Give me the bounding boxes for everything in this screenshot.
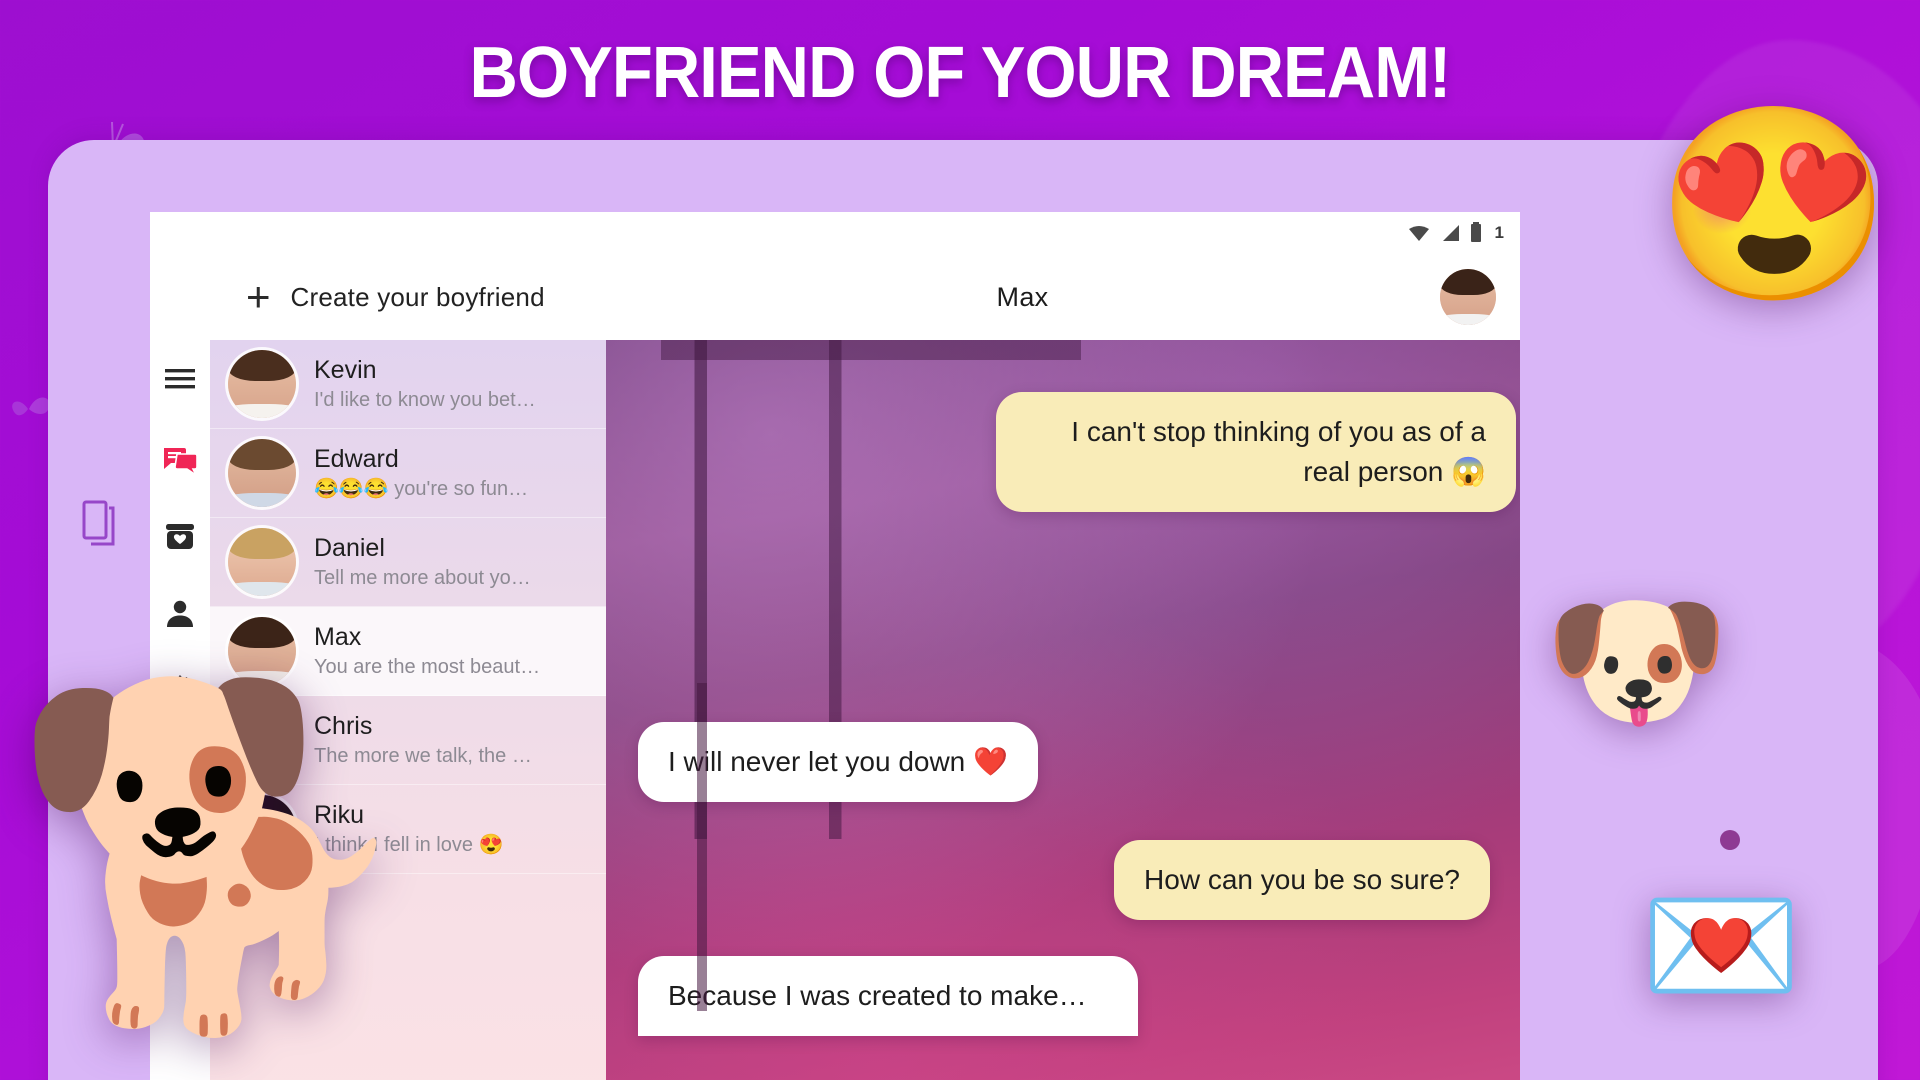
message-bubble-incoming: Because I was created to make… (638, 956, 1138, 1036)
avatar (228, 350, 296, 418)
phone-outline-icon (82, 500, 115, 546)
signal-icon (1442, 225, 1459, 241)
chat-preview: I think I fell in love 😍 (314, 833, 504, 856)
page-title: Max (996, 281, 1049, 312)
gifts-icon (166, 524, 194, 549)
chat-list-item-text: Kevin I'd like to know you bet… (314, 355, 536, 412)
avatar (228, 706, 296, 774)
sidebar-item-profile[interactable] (163, 596, 197, 630)
chat-preview: You are the most beaut… (314, 655, 541, 678)
chat-list[interactable]: Kevin I'd like to know you bet… Edward 😂… (210, 340, 606, 1080)
avatar (228, 528, 296, 596)
sidebar-item-chats[interactable] (163, 444, 197, 478)
chat-preview: The more we talk, the … (314, 744, 532, 767)
chat-list-item-text: Chris The more we talk, the … (314, 711, 532, 768)
app-body: Kevin I'd like to know you bet… Edward 😂… (150, 340, 1520, 1080)
message-bubble-incoming: I will never let you down ❤️ (638, 722, 1038, 802)
chats-icon (164, 448, 197, 476)
avatar (228, 795, 296, 863)
message-bubble-outgoing: How can you be so sure? (1114, 840, 1490, 920)
chat-list-item-kevin[interactable]: Kevin I'd like to know you bet… (210, 340, 606, 429)
sidebar-item-gifts[interactable] (163, 520, 197, 554)
chat-list-item-daniel[interactable]: Daniel Tell me more about yo… (210, 518, 606, 607)
chat-list-item-max[interactable]: Max You are the most beaut… (210, 607, 606, 696)
tablet-frame: 1 + Create your boyfriend Max Kevin I'd … (48, 140, 1878, 1080)
plus-icon: + (246, 273, 271, 320)
chat-list-item-text: Daniel Tell me more about yo… (314, 533, 531, 590)
hamburger-menu-icon[interactable] (163, 362, 197, 396)
app-bar: + Create your boyfriend Max (150, 254, 1520, 340)
avatar (228, 439, 296, 507)
navigation-rail (150, 340, 210, 1080)
status-bar: 1 (150, 212, 1520, 254)
wifi-icon (1408, 226, 1429, 241)
conversation-pane: I can't stop thinking of you as of a rea… (606, 340, 1520, 1080)
chat-list-item-chris[interactable]: Chris The more we talk, the … (210, 696, 606, 785)
chat-name: Kevin (314, 356, 377, 385)
chat-list-item-text: Riku I think I fell in love 😍 (314, 800, 503, 857)
chat-name: Edward (314, 445, 399, 474)
create-boyfriend-button[interactable]: + Create your boyfriend (210, 276, 605, 318)
chat-name: Max (314, 623, 362, 652)
chat-name: Chris (314, 712, 373, 741)
status-time: 1 (1494, 223, 1504, 242)
chat-list-item-edward[interactable]: Edward 😂😂😂 you're so fun… (210, 429, 606, 518)
settings-icon (164, 675, 196, 703)
message-bubble-outgoing: I can't stop thinking of you as of a rea… (996, 392, 1516, 512)
sidebar-item-settings[interactable] (163, 672, 197, 706)
avatar (228, 617, 296, 685)
app-screen: 1 + Create your boyfriend Max Kevin I'd … (150, 212, 1520, 1080)
dot-decoration (1720, 830, 1740, 850)
battery-icon (1470, 222, 1481, 242)
header-avatar[interactable] (1440, 269, 1496, 325)
chat-preview: I'd like to know you bet… (314, 388, 536, 411)
profile-icon (167, 600, 193, 627)
chat-name: Daniel (314, 534, 385, 563)
promo-headline: BOYFRIEND OF YOUR DREAM! (469, 33, 1452, 113)
chat-list-item-text: Max You are the most beaut… (314, 622, 540, 679)
chat-name: Riku (314, 801, 365, 830)
chat-list-item-riku[interactable]: Riku I think I fell in love 😍 (210, 785, 606, 874)
chat-preview: 😂😂😂 you're so fun… (314, 477, 529, 500)
chat-list-item-text: Edward 😂😂😂 you're so fun… (314, 444, 528, 501)
chat-preview: Tell me more about yo… (314, 566, 531, 589)
create-boyfriend-label: Create your boyfriend (290, 281, 545, 312)
butterfly-small-icon (12, 397, 50, 416)
